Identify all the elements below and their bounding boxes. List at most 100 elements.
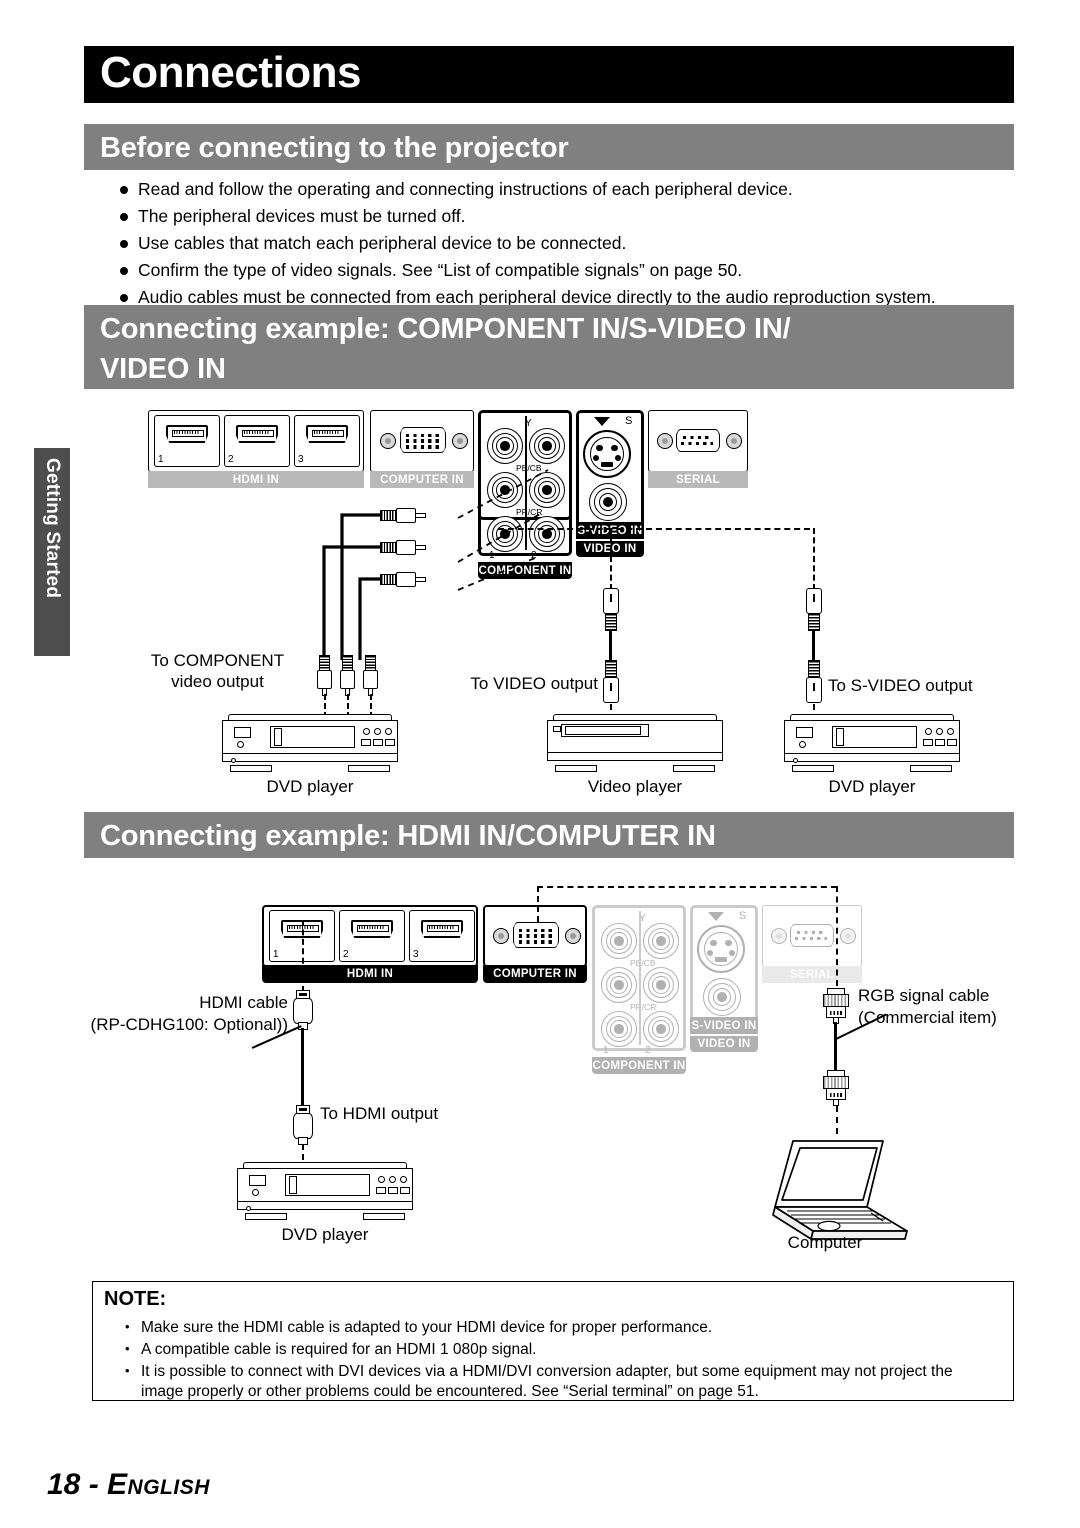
device-caption-computer: Computer — [787, 1233, 863, 1252]
device-foot — [230, 765, 272, 772]
component-in-caption: COMPONENT IN — [478, 562, 572, 579]
hdmi-port-number: 2 — [228, 454, 234, 465]
device-key-icon — [935, 739, 945, 746]
label-rgb-cable-note: (Commercial item) — [858, 1008, 997, 1027]
component-jack-y-2 — [529, 428, 565, 464]
section-heading-component-example: Connecting example: COMPONENT IN/S-VIDEO… — [84, 305, 1014, 389]
label-hdmi-cable: HDMI cable — [199, 993, 288, 1012]
before-connecting-bullet-list: Read and follow the operating and connec… — [112, 178, 1012, 313]
page-number: 18 - — [47, 1468, 108, 1501]
manual-page: Getting Started Connections Before conne… — [0, 0, 1080, 1528]
section-heading-hdmi-example: Connecting example: HDMI IN/COMPUTER IN — [84, 812, 1014, 858]
component-jack-number: 1 — [489, 550, 495, 561]
computer-in-caption: COMPUTER IN — [370, 471, 474, 488]
list-item: A compatible cable is required for an HD… — [121, 1339, 999, 1360]
svideo-plug-top — [806, 588, 822, 632]
device-key-icon — [923, 739, 933, 746]
component-jack-number: 2 — [531, 550, 537, 561]
side-tab-label: Getting Started — [42, 458, 63, 599]
rca-plug-down-1 — [317, 655, 332, 696]
section-heading-text: Connecting example: COMPONENT IN/S-VIDEO… — [100, 313, 791, 385]
device-led-icon — [252, 1189, 259, 1196]
dsub-9-connector-icon — [676, 429, 720, 452]
rca-plug-body — [380, 508, 426, 523]
dvd-player-device-3 — [237, 1162, 413, 1220]
side-tab-getting-started: Getting Started — [34, 448, 70, 656]
list-item: Read and follow the operating and connec… — [112, 178, 1012, 201]
label-to-svideo-output: To S-VIDEO output — [828, 676, 973, 695]
hdmi-connector-icon — [306, 425, 348, 443]
section-heading-text: Connecting example: HDMI IN/COMPUTER IN — [100, 820, 716, 852]
terminal-panel-diagram-2: 1 2 3 HDMI IN COMPUTER IN Y PB/CB PR/CR — [262, 905, 862, 1074]
section-heading-text: Before connecting to the projector — [100, 132, 569, 164]
device-tray — [270, 726, 355, 748]
device-foot — [245, 1213, 287, 1220]
hdmi-plug-bottom — [293, 1105, 313, 1145]
device-foot — [555, 765, 597, 772]
device-display-icon — [234, 727, 251, 738]
rca-plug-down-2 — [340, 655, 355, 696]
device-tray-inner — [836, 728, 844, 746]
hdmi-routing-dash — [302, 920, 304, 992]
video-plug-top — [603, 588, 619, 632]
device-foot — [348, 765, 390, 772]
device-tray-inner — [289, 1176, 297, 1194]
chapter-title: Connections — [100, 48, 361, 97]
device-tray-inner — [274, 728, 282, 746]
device-display-icon — [249, 1175, 266, 1186]
hdmi-connector-icon — [166, 425, 208, 443]
list-item: It is possible to connect with DVI devic… — [121, 1361, 999, 1402]
device-led-icon — [237, 741, 244, 748]
rca-plug-body — [380, 572, 426, 587]
device-caption-dvd-player-3: DVD player — [281, 1225, 369, 1244]
dvd-player-device-2 — [784, 714, 960, 772]
device-key-icon — [388, 1187, 398, 1194]
dsub-9-connector-icon — [790, 924, 834, 947]
serial-caption: SERIAL — [762, 966, 862, 983]
device-cassette-inner — [565, 726, 641, 735]
hdmi-in-caption: HDMI IN — [148, 471, 364, 488]
component-jack-y-1 — [487, 428, 523, 464]
hdmi-cable — [301, 1028, 305, 1110]
svideo-mini-din-jack — [583, 430, 631, 478]
device-button-icon — [947, 728, 954, 735]
hdmi-port-number: 1 — [158, 454, 164, 465]
screw-icon — [840, 928, 856, 944]
device-key-icon — [361, 739, 371, 746]
hdmi-plug-top — [293, 990, 313, 1030]
serial-group-faded: SERIAL — [262, 905, 862, 1070]
device-button-icon — [385, 728, 392, 735]
device-key-icon — [400, 1187, 410, 1194]
device-button-icon — [389, 1176, 396, 1183]
device-led-icon — [793, 758, 798, 763]
svideo-dash-vertical — [813, 528, 815, 590]
rca-plug-down-3 — [363, 655, 378, 696]
device-caption-video-player: Video player — [587, 777, 683, 796]
note-title: NOTE: — [104, 1288, 167, 1310]
device-led-icon — [799, 741, 806, 748]
device-key-icon — [385, 739, 395, 746]
vga-plug-bottom — [823, 1070, 849, 1106]
device-foot — [363, 1213, 405, 1220]
page-footer: 18 - English — [47, 1468, 210, 1502]
chapter-title-bar: Connections — [84, 46, 1014, 103]
svideo-s-mark: S — [625, 415, 633, 427]
device-key-icon — [947, 739, 957, 746]
note-box: NOTE: Make sure the HDMI cable is adapte… — [92, 1281, 1014, 1401]
label-hdmi-cable-model: (RP-CDHG100: Optional)) — [90, 1015, 288, 1034]
video-player-device — [547, 714, 723, 772]
triangle-marker-icon — [594, 417, 610, 426]
label-to-video-output: To VIDEO output — [470, 674, 598, 693]
device-key-icon — [376, 1187, 386, 1194]
device-foot — [910, 765, 952, 772]
rgb-plug-dash — [836, 1106, 838, 1134]
device-caption-dvd-player-1: DVD player — [266, 777, 354, 796]
screw-icon — [726, 433, 742, 449]
page-language: English — [107, 1468, 210, 1501]
section-heading-before-connecting: Before connecting to the projector — [84, 124, 1014, 170]
device-led-icon — [246, 1206, 251, 1211]
device-button-icon — [400, 1176, 407, 1183]
device-tray — [832, 726, 917, 748]
computer-routing-dash-down — [836, 886, 838, 986]
screw-icon — [452, 433, 468, 449]
